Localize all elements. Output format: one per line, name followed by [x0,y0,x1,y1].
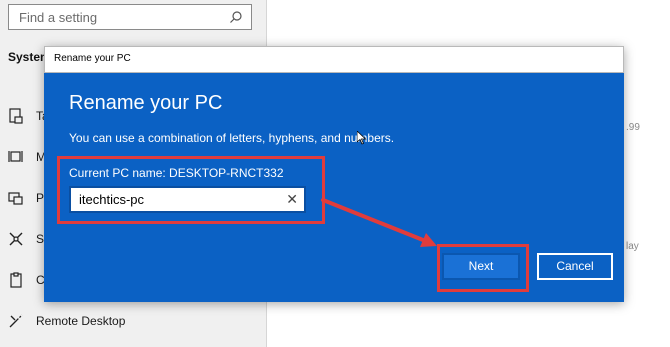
annotation-arrow-icon [321,198,437,247]
